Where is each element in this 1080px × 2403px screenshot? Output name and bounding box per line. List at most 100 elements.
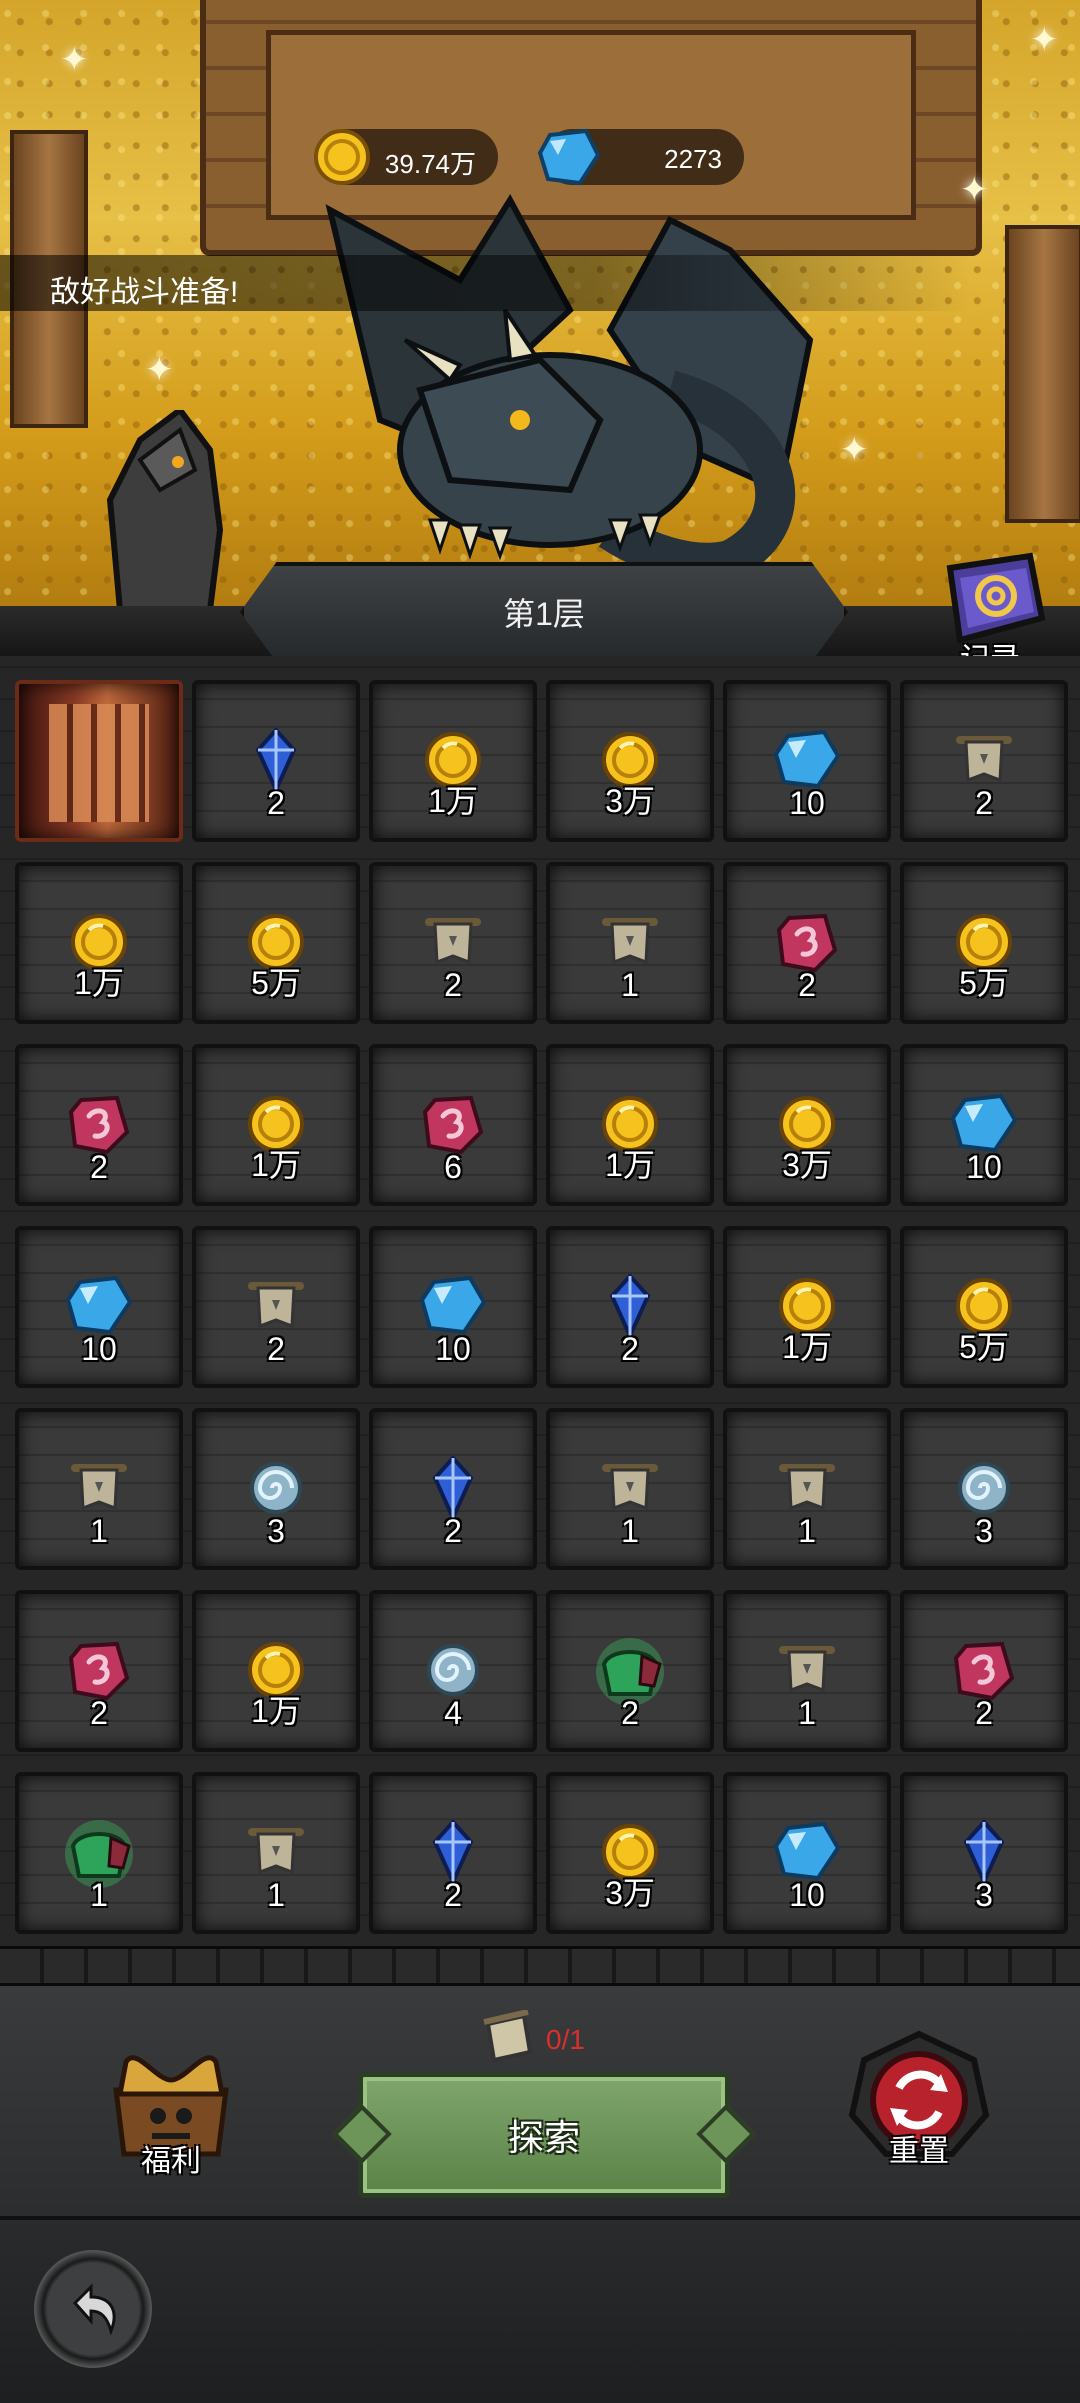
record-book-icon bbox=[946, 552, 1046, 644]
grid-cell[interactable]: 2 bbox=[900, 680, 1068, 842]
grid-cell[interactable]: 1 bbox=[15, 1772, 183, 1934]
sparkle-icon: ✦ bbox=[960, 171, 989, 209]
cell-count: 1万 bbox=[782, 1329, 832, 1365]
cell-count: 4 bbox=[444, 1695, 462, 1731]
grid-cell[interactable]: 10 bbox=[900, 1044, 1068, 1206]
exit-door-cell[interactable] bbox=[15, 680, 183, 842]
floor-plaque: 第1层 bbox=[240, 562, 848, 662]
grid-cell[interactable]: 1 bbox=[723, 1408, 891, 1570]
cell-count: 2 bbox=[444, 1513, 462, 1549]
grid-cell[interactable]: 2 bbox=[546, 1590, 714, 1752]
cell-count: 3万 bbox=[782, 1147, 832, 1183]
cell-count: 2 bbox=[975, 785, 993, 821]
cell-count: 1万 bbox=[605, 1147, 655, 1183]
back-button[interactable] bbox=[34, 2250, 152, 2368]
cell-count: 2 bbox=[90, 1149, 108, 1185]
floor-title: 第1层 bbox=[503, 596, 585, 632]
grid-cell[interactable]: 1 bbox=[723, 1590, 891, 1752]
cell-count: 1万 bbox=[74, 965, 124, 1001]
grid-cell[interactable]: 1万 bbox=[369, 680, 537, 842]
grid-cell[interactable]: 1万 bbox=[192, 1590, 360, 1752]
cell-count: 1 bbox=[90, 1513, 108, 1549]
cell-count: 10 bbox=[966, 1149, 1002, 1185]
grid-cell[interactable]: 2 bbox=[369, 1772, 537, 1934]
treasure-scene: ✦ ✦ ✦ ✦ ✦ 39.74万 2273 敌好战斗准备! bbox=[0, 0, 1080, 620]
grid-cell[interactable]: 3 bbox=[192, 1408, 360, 1570]
grid-cell[interactable]: 2 bbox=[723, 862, 891, 1024]
grid-cell[interactable]: 2 bbox=[15, 1590, 183, 1752]
explore-label: 探索 bbox=[507, 2117, 580, 2158]
treasure-grid: 2 1万 3万 10 2 1万 5万 2 1 2 5万 2 1万 6 1万 3万 10 10 2 10 2 1万 5万 1 3 2… bbox=[0, 656, 1080, 1946]
welfare-label: 福利 bbox=[141, 2145, 201, 2178]
battle-banner: 敌好战斗准备! bbox=[0, 255, 1080, 311]
reset-button[interactable]: 重置 bbox=[844, 2030, 994, 2180]
cell-count: 1万 bbox=[428, 783, 478, 819]
grid-cell[interactable]: 1 bbox=[546, 862, 714, 1024]
grid-cell[interactable]: 1万 bbox=[15, 862, 183, 1024]
explore-button[interactable]: 探索 bbox=[358, 2072, 730, 2198]
grid-cell[interactable]: 2 bbox=[900, 1590, 1068, 1752]
reset-label: 重置 bbox=[889, 2135, 949, 2168]
grid-cell[interactable]: 2 bbox=[15, 1044, 183, 1206]
scroll-requirement: 0/1 bbox=[480, 2010, 620, 2066]
cell-count: 1 bbox=[798, 1513, 816, 1549]
cell-count: 2 bbox=[267, 1331, 285, 1367]
gem-counter: 2273 bbox=[537, 128, 744, 186]
grid-cell[interactable]: 10 bbox=[723, 680, 891, 842]
grid-cell[interactable]: 3 bbox=[900, 1772, 1068, 1934]
grid-cell[interactable]: 4 bbox=[369, 1590, 537, 1752]
grid-cell[interactable]: 10 bbox=[15, 1226, 183, 1388]
grid-cell[interactable]: 3 bbox=[900, 1408, 1068, 1570]
dragon-boss-icon[interactable] bbox=[310, 190, 830, 570]
sparkle-icon: ✦ bbox=[145, 351, 174, 389]
grid-cell[interactable]: 2 bbox=[546, 1226, 714, 1388]
grid-cell[interactable]: 1 bbox=[546, 1408, 714, 1570]
grid-cell[interactable]: 3万 bbox=[546, 680, 714, 842]
grid-cell[interactable]: 2 bbox=[369, 862, 537, 1024]
grid-cell[interactable]: 2 bbox=[369, 1408, 537, 1570]
scroll-icon bbox=[483, 2010, 533, 2063]
grid-cell[interactable]: 10 bbox=[369, 1226, 537, 1388]
cell-count: 3万 bbox=[605, 783, 655, 819]
cell-count: 5万 bbox=[959, 965, 1009, 1001]
cell-count: 3万 bbox=[605, 1875, 655, 1911]
gold-counter: 39.74万 bbox=[314, 129, 498, 185]
cell-count: 1万 bbox=[251, 1693, 301, 1729]
cell-count: 2 bbox=[267, 785, 285, 821]
cell-count: 10 bbox=[789, 1877, 825, 1913]
grid-cell[interactable]: 2 bbox=[192, 1226, 360, 1388]
grid-cell[interactable]: 1 bbox=[192, 1772, 360, 1934]
cell-count: 3 bbox=[975, 1513, 993, 1549]
cell-count: 10 bbox=[435, 1331, 471, 1367]
grid-cell[interactable]: 1 bbox=[15, 1408, 183, 1570]
sparkle-icon: ✦ bbox=[60, 41, 89, 79]
cell-count: 2 bbox=[798, 967, 816, 1003]
back-arrow-icon bbox=[72, 2283, 116, 2336]
scroll-requirement-text: 0/1 bbox=[546, 2024, 585, 2055]
cell-count: 5万 bbox=[251, 965, 301, 1001]
cell-count: 1 bbox=[621, 1513, 639, 1549]
grid-cell[interactable]: 1万 bbox=[723, 1226, 891, 1388]
grid-cell[interactable]: 5万 bbox=[192, 862, 360, 1024]
gem-amount: 2273 bbox=[664, 144, 722, 174]
knight-statue-icon bbox=[106, 410, 224, 610]
cell-count: 1 bbox=[267, 1877, 285, 1913]
cell-count: 3 bbox=[267, 1513, 285, 1549]
cell-count: 6 bbox=[444, 1149, 462, 1185]
cell-count: 5万 bbox=[959, 1329, 1009, 1365]
grid-cell[interactable]: 1万 bbox=[546, 1044, 714, 1206]
blue-gem-icon bbox=[537, 128, 601, 186]
cell-count: 1 bbox=[798, 1695, 816, 1731]
welfare-button[interactable]: 福利 bbox=[96, 2050, 246, 2180]
cell-count: 2 bbox=[444, 1877, 462, 1913]
grid-cell[interactable]: 3万 bbox=[546, 1772, 714, 1934]
sparkle-icon: ✦ bbox=[840, 431, 869, 469]
grid-cell[interactable]: 1万 bbox=[192, 1044, 360, 1206]
grid-cell[interactable]: 3万 bbox=[723, 1044, 891, 1206]
grid-cell[interactable]: 5万 bbox=[900, 862, 1068, 1024]
cell-count: 2 bbox=[90, 1695, 108, 1731]
grid-cell[interactable]: 6 bbox=[369, 1044, 537, 1206]
grid-cell[interactable]: 2 bbox=[192, 680, 360, 842]
grid-cell[interactable]: 10 bbox=[723, 1772, 891, 1934]
grid-cell[interactable]: 5万 bbox=[900, 1226, 1068, 1388]
